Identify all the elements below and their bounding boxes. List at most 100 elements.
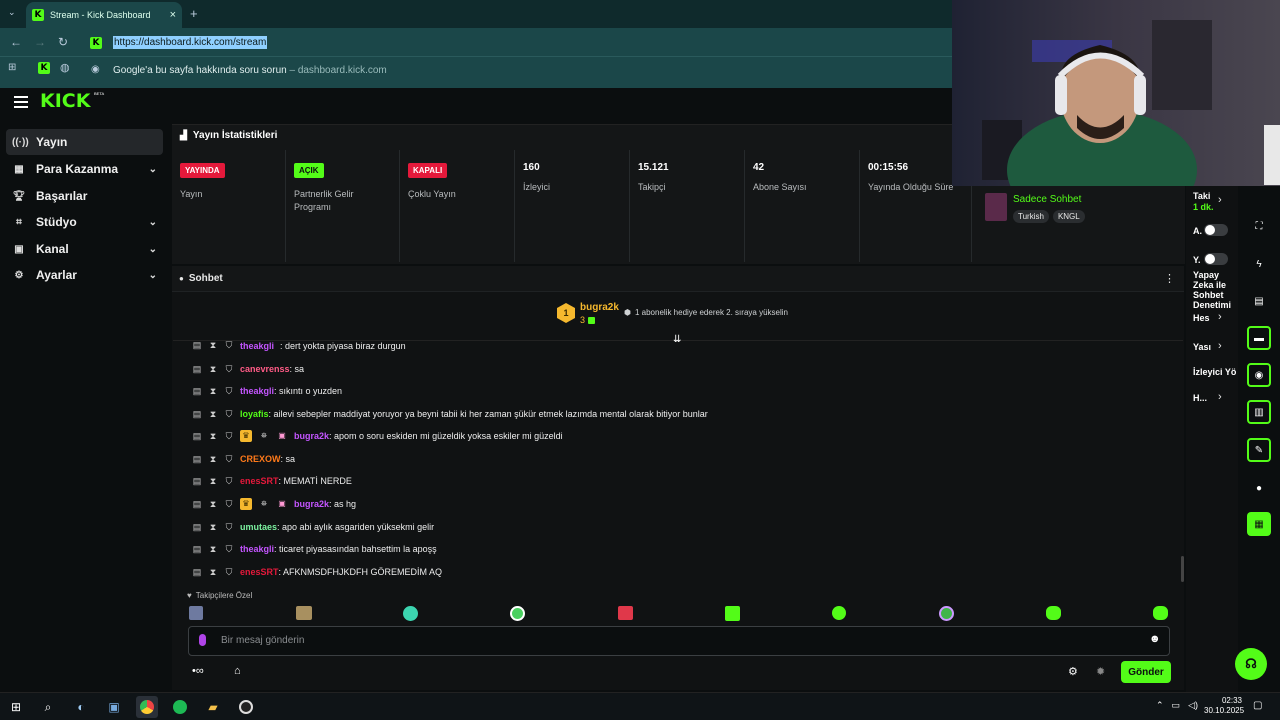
- layout-icon[interactable]: ▥: [1247, 400, 1271, 424]
- points-infinity-icon[interactable]: •∞: [192, 665, 204, 677]
- steam-icon[interactable]: ◐: [70, 696, 92, 718]
- emote-2[interactable]: [296, 606, 312, 620]
- fullscreen-icon[interactable]: ⛶: [1247, 214, 1271, 238]
- tool-item-label[interactable]: İzleyici Yö: [1193, 367, 1236, 377]
- file-explorer-icon[interactable]: ▰: [202, 696, 224, 718]
- emote-3[interactable]: [403, 606, 418, 621]
- chat-username[interactable]: bugra2k: [294, 431, 329, 441]
- sidebar-item-studyo[interactable]: ⌗ Stüdyo ⌄: [6, 209, 163, 235]
- timeout-icon[interactable]: ⧗: [208, 476, 218, 487]
- document-icon[interactable]: ▤: [1247, 289, 1271, 313]
- emote-10[interactable]: [1153, 606, 1168, 620]
- toggle-switch[interactable]: [1204, 224, 1228, 236]
- chat-username[interactable]: enesSRT: [240, 567, 279, 577]
- toggle-switch[interactable]: [1204, 253, 1228, 265]
- emote-8[interactable]: [939, 606, 954, 621]
- emoji-icon[interactable]: ☻: [1149, 633, 1161, 645]
- wrench-icon[interactable]: ✎: [1247, 438, 1271, 462]
- emote-5[interactable]: [618, 606, 633, 620]
- category-thumbnail[interactable]: [985, 193, 1007, 221]
- timeout-icon[interactable]: ⧗: [208, 454, 218, 465]
- mic-icon[interactable]: [199, 634, 206, 646]
- badge-icon[interactable]: ✹: [1096, 665, 1105, 678]
- tab-search-icon[interactable]: ⌄: [8, 7, 16, 18]
- spotify-icon[interactable]: [169, 696, 191, 718]
- forward-icon[interactable]: →: [34, 35, 46, 49]
- trash-icon[interactable]: ▤: [192, 567, 202, 578]
- chat-username[interactable]: canevrenss: [240, 364, 290, 374]
- reload-icon[interactable]: ↻: [58, 35, 68, 49]
- notification-icon[interactable]: ▢: [1253, 700, 1262, 711]
- chat-input-placeholder[interactable]: Bir mesaj gönderin: [221, 635, 304, 646]
- timeout-icon[interactable]: ⧗: [208, 522, 218, 533]
- sidebar-item-yayin[interactable]: ((·)) Yayın: [6, 129, 163, 155]
- chevron-right-icon[interactable]: ›: [1218, 194, 1222, 206]
- bookmark-globe-icon[interactable]: ◍: [60, 61, 70, 74]
- trash-icon[interactable]: ▤: [192, 476, 202, 487]
- chat-username[interactable]: theakgli: [240, 544, 274, 554]
- chat-settings-icon[interactable]: ⚙︎: [1068, 665, 1078, 678]
- gifter-name[interactable]: bugra2k: [580, 302, 619, 313]
- store-app-icon[interactable]: ▣: [103, 696, 125, 718]
- emote-7[interactable]: [832, 606, 846, 620]
- emote-1[interactable]: [189, 606, 203, 620]
- tool-item-label[interactable]: Hes: [1193, 313, 1210, 323]
- timeout-icon[interactable]: ⧗: [208, 499, 218, 510]
- emote-9[interactable]: [1046, 606, 1061, 620]
- bookmark-kick-icon[interactable]: K: [38, 62, 50, 74]
- chat-bubble-icon[interactable]: ▬: [1247, 326, 1271, 350]
- timeout-icon[interactable]: ⧗: [208, 341, 218, 351]
- trash-icon[interactable]: ▤: [192, 544, 202, 555]
- timeout-icon[interactable]: ⧗: [208, 409, 218, 420]
- sidebar-item-ayarlar[interactable]: ⚙︎ Ayarlar ⌄: [6, 262, 163, 288]
- sidebar-item-para-kazanma[interactable]: ▦ Para Kazanma ⌄: [6, 156, 163, 182]
- chat-username[interactable]: theakgli: [240, 386, 274, 396]
- scroll-down-icon[interactable]: ⇊: [673, 334, 681, 345]
- apps-grid-icon[interactable]: ⊞: [8, 62, 16, 73]
- chat-scrollbar[interactable]: [1181, 556, 1184, 582]
- chat-input[interactable]: [188, 626, 1170, 656]
- clapper-icon[interactable]: ▦: [1247, 512, 1271, 536]
- emote-4[interactable]: [510, 606, 525, 621]
- trash-icon[interactable]: ▤: [192, 431, 202, 442]
- trash-icon[interactable]: ▤: [192, 409, 202, 420]
- obs-icon[interactable]: [235, 696, 257, 718]
- chat-username[interactable]: theakgli: [240, 341, 274, 351]
- search-icon[interactable]: ⌕: [37, 696, 59, 718]
- browser-tab[interactable]: K Stream - Kick Dashboard ×: [26, 2, 182, 28]
- chat-username[interactable]: CREXOW: [240, 454, 281, 464]
- chat-menu-icon[interactable]: ⋮: [1164, 272, 1175, 285]
- trash-icon[interactable]: ▤: [192, 499, 202, 510]
- emote-6[interactable]: [725, 606, 740, 621]
- chat-username[interactable]: umutaes: [240, 522, 277, 532]
- url-field[interactable]: https://dashboard.kick.com/stream: [113, 36, 268, 49]
- kick-logo[interactable]: KICK: [40, 90, 90, 112]
- timeout-icon[interactable]: ⧗: [208, 364, 218, 375]
- tool-item-label[interactable]: Taki: [1193, 191, 1210, 201]
- chat-username[interactable]: bugra2k: [294, 499, 329, 509]
- trash-icon[interactable]: ▤: [192, 364, 202, 375]
- bolt-icon[interactable]: ϟ: [1247, 252, 1271, 276]
- send-button[interactable]: Gönder: [1121, 661, 1171, 683]
- chevron-right-icon[interactable]: ›: [1218, 311, 1222, 323]
- back-icon[interactable]: ←: [10, 35, 22, 49]
- sidebar-item-kanal[interactable]: ▣ Kanal ⌄: [6, 236, 163, 262]
- timeout-icon[interactable]: ⧗: [208, 567, 218, 578]
- points-icon[interactable]: ●: [1247, 476, 1271, 500]
- gift-prompt[interactable]: ⬢ 1 abonelik hediye ederek 2. sıraya yük…: [624, 308, 788, 317]
- clock[interactable]: 02:33 30.10.2025: [1204, 696, 1244, 716]
- chat-mode-label[interactable]: Sadece Sohbet: [1013, 194, 1081, 205]
- suggestion-item[interactable]: Google'a bu sayfa hakkında soru sorun – …: [113, 65, 387, 76]
- timeout-icon[interactable]: ⧗: [208, 431, 218, 442]
- tool-item-label[interactable]: H...: [1193, 393, 1207, 403]
- trash-icon[interactable]: ▤: [192, 386, 202, 397]
- chat-username[interactable]: enesSRT: [240, 476, 279, 486]
- trash-icon[interactable]: ▤: [192, 454, 202, 465]
- start-icon[interactable]: ⊞: [5, 696, 27, 718]
- tag-chip[interactable]: Turkish: [1013, 210, 1049, 223]
- timeout-icon[interactable]: ⧗: [208, 386, 218, 397]
- sidebar-item-basarilar[interactable]: 🏆︎ Başarılar: [6, 183, 163, 209]
- timeout-icon[interactable]: ⧗: [208, 544, 218, 555]
- menu-icon[interactable]: [14, 96, 28, 108]
- trash-icon[interactable]: ▤: [192, 341, 202, 351]
